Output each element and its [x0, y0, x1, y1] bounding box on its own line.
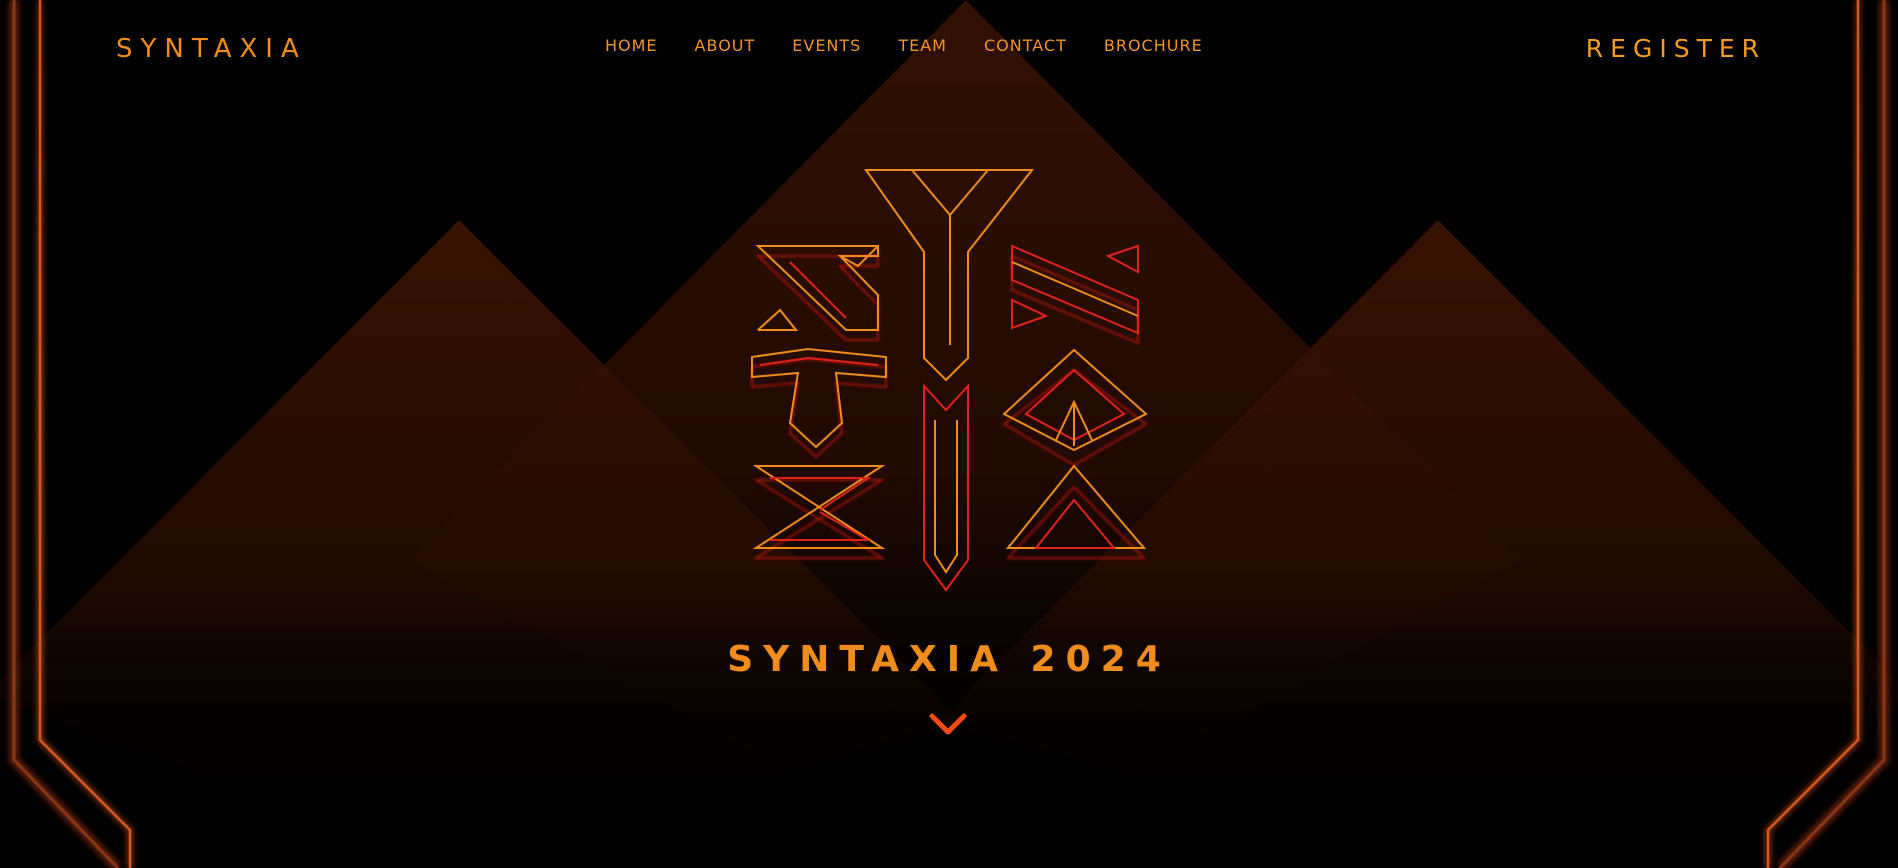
nav-link-about[interactable]: ABOUT: [695, 36, 756, 56]
glyph-z: [755, 245, 879, 331]
glyph-x: [752, 465, 886, 549]
glyph-y: [864, 169, 1035, 592]
brand-logo-text[interactable]: SYNTAXIA: [116, 34, 307, 64]
nav-link-home[interactable]: HOME: [605, 36, 658, 56]
nav-link-events[interactable]: EVENTS: [792, 36, 861, 56]
nav-link-contact[interactable]: CONTACT: [984, 36, 1067, 56]
syntaxia-glyph-logo: [751, 169, 1148, 592]
hero-title: SYNTAXIA 2024: [727, 639, 1171, 681]
main-menu: HOME ABOUT EVENTS TEAM CONTACT BROCHURE: [605, 36, 1203, 56]
glyph-t: [751, 347, 887, 449]
nav-link-team[interactable]: TEAM: [898, 36, 947, 56]
nav-link-brochure[interactable]: BROCHURE: [1104, 36, 1203, 56]
register-button[interactable]: REGISTER: [1586, 33, 1766, 65]
landing-page: SYNTAXIA HOME ABOUT EVENTS TEAM CONTACT …: [0, 0, 1898, 868]
top-navigation: SYNTAXIA HOME ABOUT EVENTS TEAM CONTACT …: [0, 0, 1898, 100]
chevron-down-icon[interactable]: [928, 710, 968, 738]
glyph-n: [1011, 244, 1139, 335]
